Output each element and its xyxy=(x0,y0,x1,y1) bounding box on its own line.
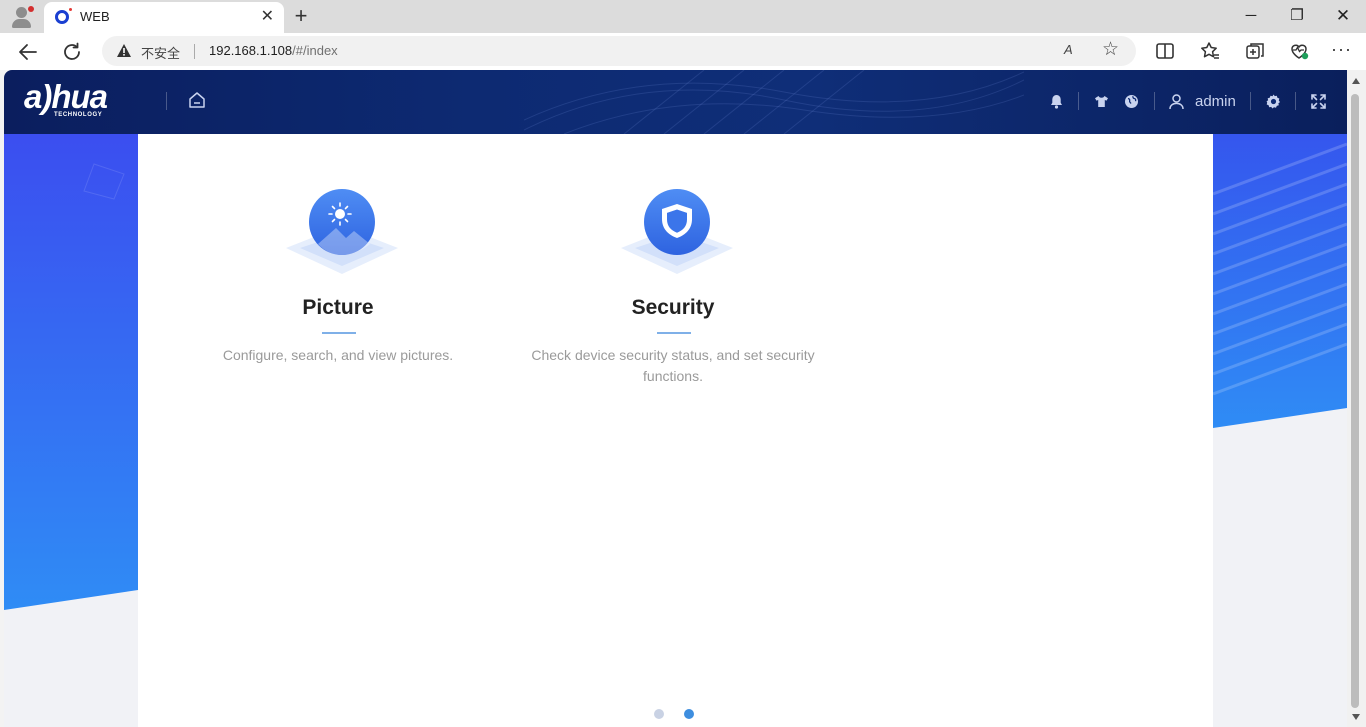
reload-icon[interactable] xyxy=(60,40,84,64)
warning-icon[interactable] xyxy=(116,43,132,58)
pagination-dot[interactable] xyxy=(654,709,664,719)
logo-subtext: TECHNOLOGY xyxy=(54,112,103,118)
collections-icon[interactable] xyxy=(1244,40,1266,62)
header-divider xyxy=(1295,92,1296,110)
card-title: Picture xyxy=(302,296,374,319)
page-scrollbar[interactable] xyxy=(1347,70,1366,727)
card-description: Configure, search, and view pictures. xyxy=(222,347,454,363)
security-card[interactable]: Security Check device security status, a… xyxy=(503,178,843,398)
window-minimize-button[interactable]: ─ xyxy=(1228,4,1274,28)
address-separator xyxy=(194,44,195,59)
card-description: Check device security status, and set se… xyxy=(531,347,815,384)
app-header: a)hua TECHNOLOGY admin xyxy=(4,70,1347,134)
tab-title: WEB xyxy=(80,9,110,24)
security-status-label[interactable]: 不安全 xyxy=(141,43,180,62)
scroll-up-icon[interactable] xyxy=(1352,78,1360,84)
new-tab-button[interactable]: + xyxy=(290,3,312,29)
header-divider xyxy=(1078,92,1079,110)
pagination-dot-active[interactable] xyxy=(684,709,694,719)
url-host: 192.168.1.108 xyxy=(209,43,293,58)
header-divider xyxy=(1250,92,1251,110)
window-close-button[interactable]: ✕ xyxy=(1320,4,1366,28)
main-content: Picture Configure, search, and view pict… xyxy=(138,134,1213,727)
right-decor-band xyxy=(1213,134,1347,727)
card-title-underline xyxy=(322,332,356,334)
picture-card[interactable]: Picture Configure, search, and view pict… xyxy=(168,178,508,398)
logo-text: a)hua xyxy=(24,78,108,115)
gear-icon[interactable] xyxy=(1265,93,1282,110)
home-icon[interactable] xyxy=(187,90,207,110)
header-decor xyxy=(524,70,1024,134)
url-text[interactable]: 192.168.1.108/#/index xyxy=(209,43,338,58)
browser-toolbar: 不安全 192.168.1.108/#/index A ☆ ··· xyxy=(0,33,1366,70)
star-icon[interactable]: ☆ xyxy=(1102,39,1119,61)
shirt-icon[interactable] xyxy=(1093,93,1110,110)
picture-icon xyxy=(286,189,398,274)
carousel-pagination xyxy=(654,709,714,721)
left-decor-band xyxy=(4,134,138,727)
more-icon[interactable]: ··· xyxy=(1331,40,1353,62)
globe-icon[interactable] xyxy=(1123,93,1140,110)
profile-icon[interactable] xyxy=(8,4,36,30)
scrollbar-thumb[interactable] xyxy=(1351,94,1359,708)
browser-tab[interactable]: WEB ✕ xyxy=(44,2,284,33)
favorites-icon[interactable] xyxy=(1199,40,1221,62)
user-icon xyxy=(1169,94,1184,110)
bell-icon[interactable] xyxy=(1048,93,1065,110)
page-viewport: a)hua TECHNOLOGY admin Picture Configure… xyxy=(4,70,1347,727)
tab-favicon-icon xyxy=(55,10,69,24)
read-aloud-icon[interactable]: A xyxy=(1064,42,1073,57)
card-title: Security xyxy=(631,296,715,319)
url-path: /#/index xyxy=(292,43,338,58)
card-title-underline xyxy=(657,332,691,334)
split-screen-icon[interactable] xyxy=(1154,40,1176,62)
performance-icon[interactable] xyxy=(1288,40,1310,62)
browser-tab-strip: WEB ✕ + ─ ❐ ✕ xyxy=(0,0,1366,33)
back-icon[interactable] xyxy=(16,40,40,64)
window-maximize-button[interactable]: ❐ xyxy=(1274,4,1320,28)
fullscreen-icon[interactable] xyxy=(1310,93,1327,110)
tab-close-icon[interactable]: ✕ xyxy=(261,7,274,27)
tab-favicon-dot xyxy=(69,8,72,11)
header-divider xyxy=(1154,92,1155,110)
shield-icon xyxy=(621,189,733,274)
header-divider xyxy=(166,92,167,110)
username-label: admin xyxy=(1195,93,1236,110)
scroll-down-icon[interactable] xyxy=(1352,714,1360,720)
brand-logo[interactable]: a)hua TECHNOLOGY xyxy=(24,78,142,120)
address-bar[interactable]: 不安全 192.168.1.108/#/index A ☆ xyxy=(102,36,1136,66)
